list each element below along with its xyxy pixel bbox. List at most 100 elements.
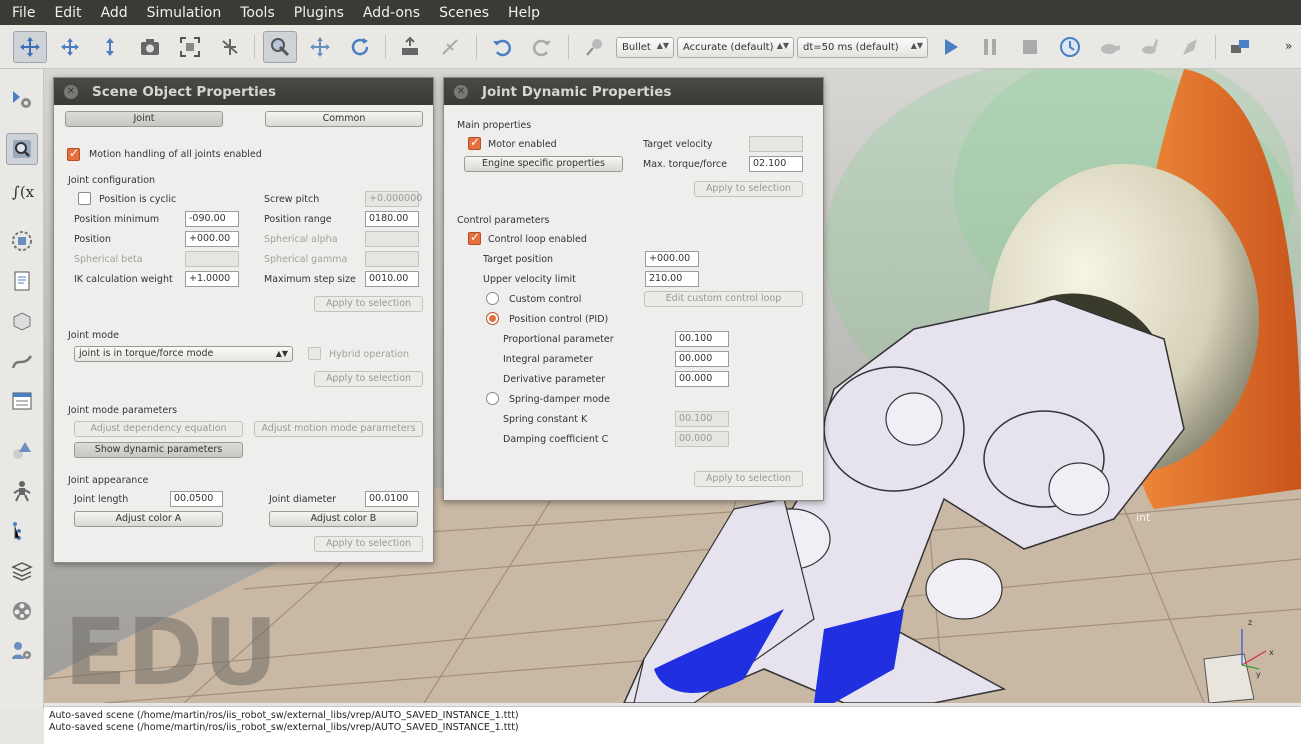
apply-appearance-button[interactable]: Apply to selection xyxy=(314,536,423,552)
fit-to-view-icon[interactable] xyxy=(173,31,207,63)
scene-hierarchy-icon[interactable] xyxy=(6,475,38,507)
custom-control-radio[interactable] xyxy=(486,292,499,305)
hybrid-operation-checkbox[interactable] xyxy=(308,347,321,360)
position-field[interactable]: +000.00 xyxy=(185,231,239,247)
tab-common[interactable]: Common xyxy=(265,111,423,127)
scene-object-properties-dialog: ✕ Scene Object Properties Joint Common Mo… xyxy=(53,77,434,563)
proportional-field[interactable]: 00.100 xyxy=(675,331,729,347)
path-edit-icon[interactable] xyxy=(6,345,38,377)
menu-file[interactable]: File xyxy=(12,5,35,21)
redo-icon[interactable] xyxy=(525,31,559,63)
screw-pitch-label: Screw pitch xyxy=(264,194,320,205)
ik-weight-field[interactable]: +1.0000 xyxy=(185,271,239,287)
close-icon[interactable]: ✕ xyxy=(454,84,468,99)
toolbar-overflow-icon[interactable]: » xyxy=(1285,39,1292,53)
apply-main-button[interactable]: Apply to selection xyxy=(694,181,803,197)
spherical-alpha-field[interactable] xyxy=(365,231,419,247)
max-torque-field[interactable]: 02.100 xyxy=(749,156,803,172)
position-minimum-field[interactable]: -090.00 xyxy=(185,211,239,227)
joint-mode-select[interactable]: joint is in torque/force mode ▲▼ xyxy=(74,346,293,362)
camera-shift-icon[interactable] xyxy=(93,31,127,63)
pause-icon[interactable] xyxy=(973,31,1007,63)
max-step-field[interactable]: 0010.00 xyxy=(365,271,419,287)
screw-pitch-field[interactable]: +0.000000 xyxy=(365,191,422,207)
assemble-icon[interactable] xyxy=(213,31,247,63)
camera-rotate-icon[interactable] xyxy=(53,31,87,63)
joint-length-field[interactable]: 00.0500 xyxy=(170,491,223,507)
object-select-icon[interactable] xyxy=(263,31,297,63)
spherical-gamma-field[interactable] xyxy=(365,251,419,267)
integral-field[interactable]: 00.000 xyxy=(675,351,729,367)
spherical-beta-field[interactable] xyxy=(185,251,239,267)
tab-joint[interactable]: Joint xyxy=(65,111,223,127)
user-settings-icon[interactable] xyxy=(6,635,38,667)
camera-angle-icon[interactable] xyxy=(133,31,167,63)
slow-down-icon[interactable] xyxy=(1093,31,1127,63)
scripts-icon[interactable] xyxy=(6,265,38,297)
selection-dialog-icon[interactable] xyxy=(6,385,38,417)
layers-list-icon[interactable] xyxy=(6,515,38,547)
menu-addons[interactable]: Add-ons xyxy=(363,5,420,21)
realtime-icon[interactable] xyxy=(1053,31,1087,63)
target-position-field[interactable]: +000.00 xyxy=(645,251,699,267)
dynamics-icon[interactable] xyxy=(578,31,612,63)
physics-engine-select[interactable]: Bullet ▲▼ xyxy=(616,37,674,58)
derivative-field[interactable]: 00.000 xyxy=(675,371,729,387)
dialog-title-bar: ✕ Joint Dynamic Properties xyxy=(444,78,823,105)
ik-weight-label: IK calculation weight xyxy=(74,274,173,285)
adjust-motion-button[interactable]: Adjust motion mode parameters xyxy=(254,421,423,437)
menu-tools[interactable]: Tools xyxy=(240,5,275,21)
object-properties-icon[interactable] xyxy=(6,133,38,165)
pid-control-radio[interactable] xyxy=(486,312,499,325)
object-shift-icon[interactable] xyxy=(303,31,337,63)
hierarchy-icon[interactable] xyxy=(393,31,427,63)
menu-edit[interactable]: Edit xyxy=(54,5,81,21)
spring-damper-radio[interactable] xyxy=(486,392,499,405)
menu-simulation[interactable]: Simulation xyxy=(147,5,222,21)
show-dynamic-parameters-button[interactable]: Show dynamic parameters xyxy=(74,442,243,458)
target-velocity-field[interactable] xyxy=(749,136,803,152)
menu-help[interactable]: Help xyxy=(508,5,540,21)
menu-scenes[interactable]: Scenes xyxy=(439,5,489,21)
thread-icon[interactable] xyxy=(1173,31,1207,63)
adjust-dependency-button[interactable]: Adjust dependency equation xyxy=(74,421,243,437)
menu-bar: File Edit Add Simulation Tools Plugins A… xyxy=(0,0,1301,25)
video-recorder-icon[interactable] xyxy=(6,595,38,627)
shape-edit-icon[interactable] xyxy=(6,305,38,337)
object-rotate-icon[interactable] xyxy=(343,31,377,63)
scene-page-icon[interactable] xyxy=(1223,31,1257,63)
undo-icon[interactable] xyxy=(485,31,519,63)
close-icon[interactable]: ✕ xyxy=(64,84,78,99)
material-icon[interactable] xyxy=(433,31,467,63)
accuracy-select[interactable]: Accurate (default) ▲▼ xyxy=(677,37,794,58)
spring-k-field[interactable]: 00.100 xyxy=(675,411,729,427)
timestep-select[interactable]: dt=50 ms (default) ▲▼ xyxy=(797,37,928,58)
position-range-field[interactable]: 0180.00 xyxy=(365,211,419,227)
adjust-color-a-button[interactable]: Adjust color A xyxy=(74,511,223,527)
collections-icon[interactable] xyxy=(6,225,38,257)
simulation-settings-icon[interactable] xyxy=(6,83,38,115)
speed-up-icon[interactable] xyxy=(1133,31,1167,63)
apply-config-button[interactable]: Apply to selection xyxy=(314,296,423,312)
calculation-modules-icon[interactable]: ∫(x) xyxy=(6,175,38,207)
camera-pan-icon[interactable] xyxy=(13,31,47,63)
adjust-color-b-button[interactable]: Adjust color B xyxy=(269,511,418,527)
position-cyclic-checkbox[interactable] xyxy=(78,192,91,205)
status-console[interactable]: Auto-saved scene (/home/martin/ros/iis_r… xyxy=(44,706,1301,744)
apply-control-button[interactable]: Apply to selection xyxy=(694,471,803,487)
apply-mode-button[interactable]: Apply to selection xyxy=(314,371,423,387)
model-browser-icon[interactable] xyxy=(6,435,38,467)
layers-icon[interactable] xyxy=(6,555,38,587)
edit-custom-control-button[interactable]: Edit custom control loop xyxy=(644,291,803,307)
start-icon[interactable] xyxy=(933,31,967,63)
control-loop-checkbox[interactable] xyxy=(468,230,481,245)
upper-velocity-field[interactable]: 210.00 xyxy=(645,271,699,287)
stop-icon[interactable] xyxy=(1013,31,1047,63)
damping-c-field[interactable]: 00.000 xyxy=(675,431,729,447)
engine-specific-button[interactable]: Engine specific properties xyxy=(464,156,623,172)
menu-plugins[interactable]: Plugins xyxy=(294,5,344,21)
menu-add[interactable]: Add xyxy=(101,5,128,21)
joint-diameter-field[interactable]: 00.0100 xyxy=(365,491,419,507)
motor-enabled-checkbox[interactable] xyxy=(468,135,481,150)
motion-handling-checkbox[interactable] xyxy=(67,146,80,161)
